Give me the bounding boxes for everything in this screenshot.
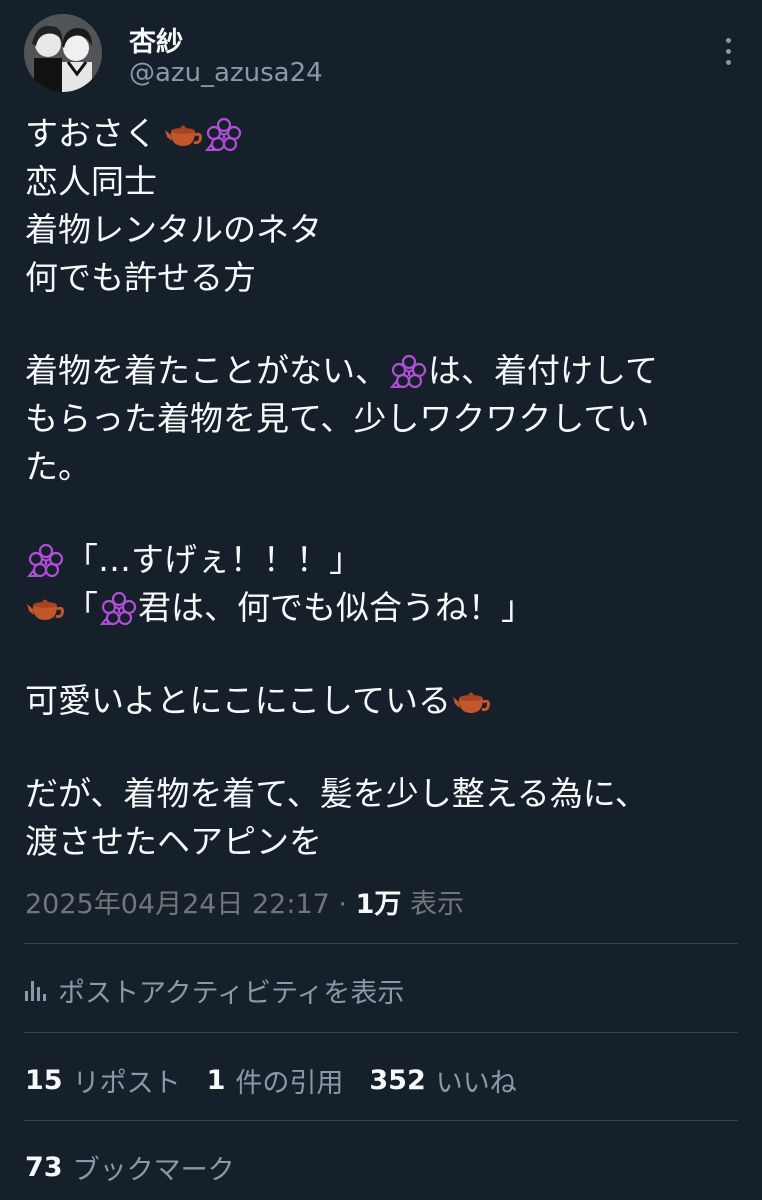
view-post-activity-button[interactable]: ポストアクティビティを表示 — [25, 970, 404, 1010]
engagement-stats: 15 リポスト 1 件の引用 352 いいね — [25, 1060, 543, 1100]
reposts-stat[interactable]: 15 リポスト — [25, 1061, 181, 1100]
text-line: 「…すげぇ！！！」 — [25, 536, 739, 584]
text-segment: もらった着物を見て、少しワクワクしてい — [25, 399, 650, 438]
text-segment: た。 — [25, 447, 91, 486]
cherry-blossom-outline-emoji — [388, 351, 428, 391]
text-line: 恋人同士 — [25, 158, 739, 206]
teapot-emoji — [163, 114, 203, 154]
text-line: すおさく — [25, 110, 739, 158]
author-handle[interactable]: @azu_azusa24 — [129, 58, 323, 88]
tweet-header: 杏紗 @azu_azusa24 — [24, 14, 738, 94]
teapot-emoji — [25, 588, 65, 628]
text-segment: は、着付けして — [428, 351, 659, 390]
text-line: 渡させたヘアピンを — [25, 818, 739, 866]
analytics-bars-icon — [25, 979, 46, 1001]
views-count: 1万 — [355, 889, 402, 920]
author-display-name[interactable]: 杏紗 — [129, 20, 183, 59]
quotes-stat[interactable]: 1 件の引用 — [207, 1061, 344, 1100]
post-datetime[interactable]: 2025年04月24日 22:17 — [25, 889, 330, 920]
tweet-text: すおさく 恋人同士 着物レンタルのネタ 何でも許せる方 着物を着たことがない、 … — [25, 110, 739, 866]
cherry-blossom-outline-emoji — [25, 540, 65, 580]
text-segment: 君は、何でも似合うね！」 — [138, 588, 534, 627]
text-segment: すおさく — [25, 114, 157, 153]
text-segment: 「…すげぇ！！！」 — [65, 540, 362, 579]
text-segment: 可愛いよとにこにこしている — [25, 681, 452, 720]
text-segment: 恋人同士 — [25, 162, 157, 201]
bookmarks-stat[interactable]: 73 ブックマーク — [25, 1147, 235, 1187]
tweet-meta: 2025年04月24日 22:17 · 1万 表示 — [25, 882, 464, 921]
likes-label: いいね — [435, 1067, 517, 1099]
text-line: た。 — [25, 443, 739, 491]
activity-label: ポストアクティビティを表示 — [58, 977, 405, 1009]
bookmarks-count: 73 — [25, 1151, 63, 1183]
tweet-detail: 杏紗 @azu_azusa24 すおさく 恋人同士 着物レンタルのネタ 何でも許… — [0, 0, 762, 1200]
text-segment: 着物を着たことがない、 — [25, 351, 388, 390]
text-segment: 何でも許せる方 — [25, 258, 256, 297]
text-line: もらった着物を見て、少しワクワクしてい — [25, 395, 739, 443]
divider — [24, 1120, 738, 1121]
text-segment: 渡させたヘアピンを — [25, 822, 322, 861]
cherry-blossom-outline-emoji — [98, 588, 138, 628]
reposts-label: リポスト — [72, 1067, 181, 1099]
views-label: 表示 — [401, 889, 464, 920]
text-line: 着物を着たことがない、 は、着付けして — [25, 347, 739, 395]
text-line: 着物レンタルのネタ — [25, 206, 739, 254]
more-options-icon[interactable] — [718, 32, 738, 72]
text-segment: だが、着物を着て、髪を少し整える為に、 — [25, 774, 648, 813]
text-segment: 着物レンタルのネタ — [25, 210, 322, 249]
cherry-blossom-outline-emoji — [203, 114, 243, 154]
bookmarks-label: ブックマーク — [72, 1154, 235, 1186]
text-line: 何でも許せる方 — [25, 254, 739, 302]
quotes-count: 1 — [206, 1064, 226, 1096]
divider — [24, 1032, 738, 1033]
text-line: 可愛いよとにこにこしている — [25, 677, 739, 725]
meta-separator: · — [329, 889, 356, 920]
text-line: だが、着物を着て、髪を少し整える為に、 — [25, 770, 739, 818]
divider — [24, 943, 738, 944]
likes-count: 352 — [369, 1064, 426, 1096]
text-segment: 「 — [65, 588, 98, 627]
likes-stat[interactable]: 352 いいね — [369, 1061, 516, 1100]
avatar[interactable] — [24, 14, 102, 92]
reposts-count: 15 — [25, 1064, 63, 1096]
quotes-label: 件の引用 — [235, 1067, 344, 1099]
teapot-emoji — [451, 681, 491, 721]
text-line: 「 君は、何でも似合うね！」 — [25, 584, 739, 632]
